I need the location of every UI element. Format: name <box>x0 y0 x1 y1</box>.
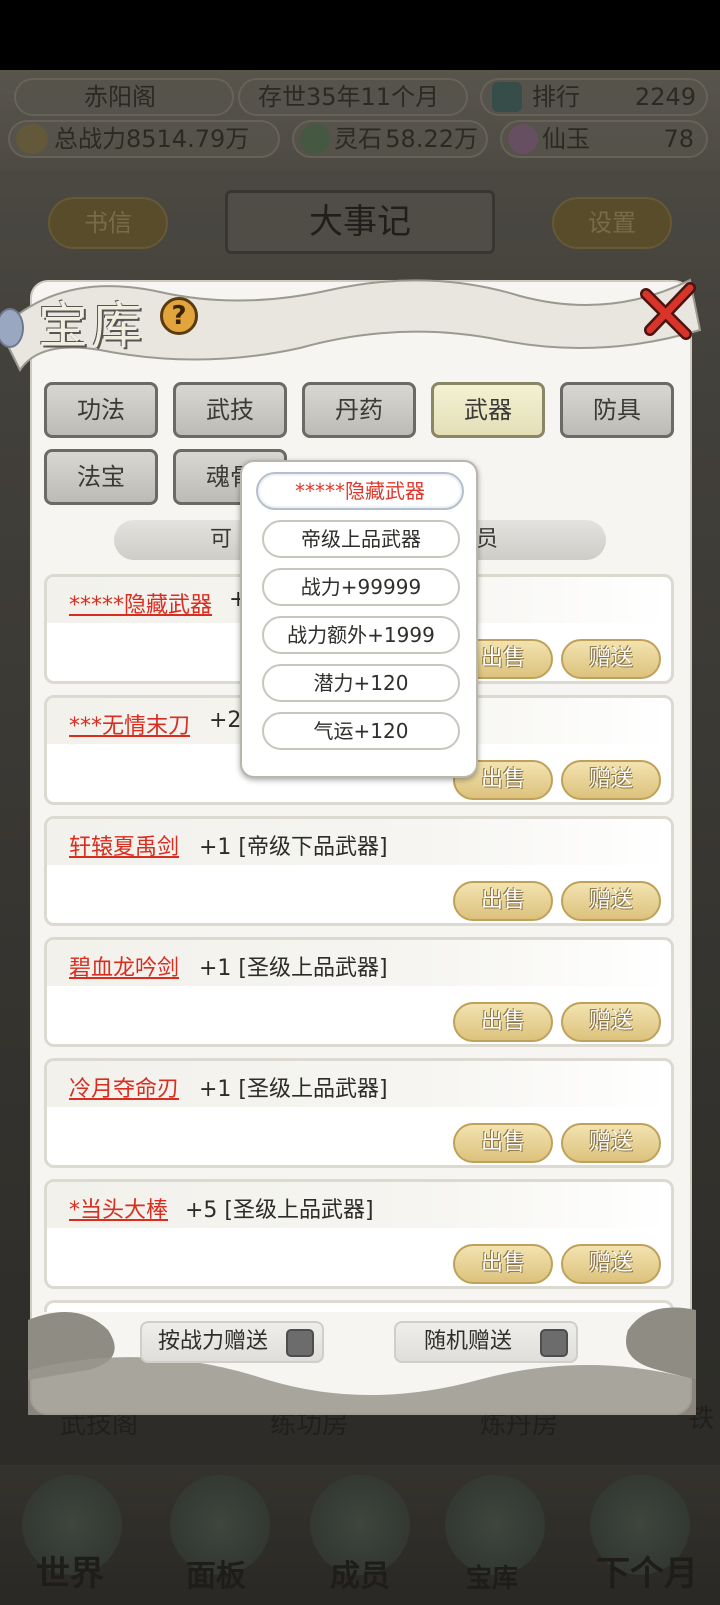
popup-item-grade: 帝级上品武器 <box>262 520 460 558</box>
filter-right-text: 员 <box>476 527 499 552</box>
item-name[interactable]: ***无情末刀 <box>69 708 190 740</box>
item-name[interactable]: 轩辕夏禹剑 <box>69 829 179 861</box>
popup-stat: 战力+99999 <box>262 568 460 606</box>
item-card: *当头大棒 +5 [圣级上品武器] 出售 赠送 <box>44 1179 674 1289</box>
item-card: 冷月夺命刃 +1 [圣级上品武器] 出售 赠送 <box>44 1058 674 1168</box>
item-name[interactable]: *****隐藏武器 <box>69 587 212 619</box>
item-card: 轩辕夏禹剑 +1 [帝级下品武器] 出售 赠送 <box>44 816 674 926</box>
popup-stat: 潜力+120 <box>262 664 460 702</box>
toggle-random-gift[interactable]: 随机赠送 <box>394 1321 578 1363</box>
item-card: 碧血龙吟剑 +1 [圣级上品武器] 出售 赠送 <box>44 937 674 1047</box>
sell-button[interactable]: 出售 <box>453 1123 553 1163</box>
gift-button[interactable]: 赠送 <box>561 1244 661 1284</box>
sell-button[interactable]: 出售 <box>453 1244 553 1284</box>
close-icon[interactable] <box>638 280 700 342</box>
item-extra: +5 [圣级上品武器] <box>185 1198 374 1223</box>
gift-button[interactable]: 赠送 <box>561 760 661 800</box>
sell-button[interactable]: 出售 <box>453 881 553 921</box>
item-name[interactable]: 碧血龙吟剑 <box>69 950 179 982</box>
tab-gongfa[interactable]: 功法 <box>44 382 158 438</box>
cloud-decoration-bottom <box>28 1307 696 1415</box>
toggle-random-gift-label: 随机赠送 <box>424 1329 513 1354</box>
item-detail-popup: *****隐藏武器 帝级上品武器 战力+99999 战力额外+1999 潜力+1… <box>240 460 478 778</box>
tab-danyao[interactable]: 丹药 <box>302 382 416 438</box>
tab-fabao[interactable]: 法宝 <box>44 449 158 505</box>
tab-fangju[interactable]: 防具 <box>560 382 674 438</box>
item-name[interactable]: 冷月夺命刃 <box>69 1071 179 1103</box>
gift-button[interactable]: 赠送 <box>561 1002 661 1042</box>
gift-button[interactable]: 赠送 <box>561 881 661 921</box>
popup-stat: 战力额外+1999 <box>262 616 460 654</box>
help-icon[interactable]: ? <box>160 297 198 335</box>
random-gift-checkbox[interactable] <box>540 1329 568 1357</box>
item-name[interactable]: *当头大棒 <box>69 1192 168 1224</box>
filter-left-text: 可 <box>210 527 233 552</box>
sell-button[interactable]: 出售 <box>453 1002 553 1042</box>
popup-item-title: *****隐藏武器 <box>256 472 464 510</box>
gift-button[interactable]: 赠送 <box>561 639 661 679</box>
item-extra: +1 [圣级上品武器] <box>199 1077 388 1102</box>
modal-title: 宝库 <box>38 297 146 355</box>
item-extra: +1 [圣级上品武器] <box>199 956 388 981</box>
item-extra: +1 [帝级下品武器] <box>199 835 388 860</box>
gift-by-power-checkbox[interactable] <box>286 1329 314 1357</box>
item-extra: +2 <box>209 708 242 733</box>
toggle-gift-by-power-label: 按战力赠送 <box>158 1329 269 1354</box>
toggle-gift-by-power[interactable]: 按战力赠送 <box>140 1321 324 1363</box>
tab-wuqi[interactable]: 武器 <box>431 382 545 438</box>
gift-button[interactable]: 赠送 <box>561 1123 661 1163</box>
tab-wuji[interactable]: 武技 <box>173 382 287 438</box>
popup-stat: 气运+120 <box>262 712 460 750</box>
